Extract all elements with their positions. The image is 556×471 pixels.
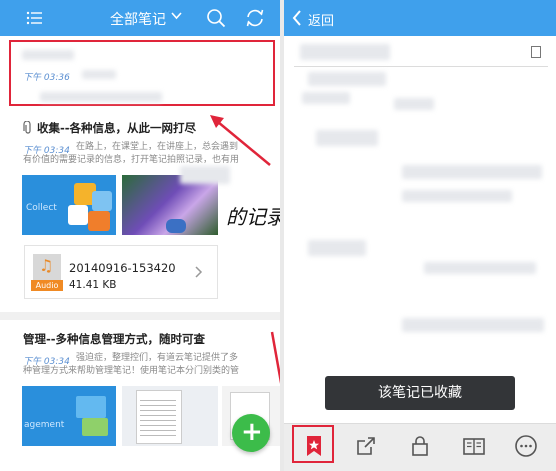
- note-content-blurred: [316, 130, 378, 146]
- handwriting-text: 的记录: [226, 205, 280, 229]
- collect-thumbnail[interactable]: Collect: [22, 175, 116, 235]
- note-content-blurred: [308, 72, 386, 86]
- chevron-down-icon[interactable]: [171, 12, 182, 20]
- chevron-right-icon: [195, 266, 203, 278]
- note-content-blurred: [402, 318, 544, 332]
- note-content-blurred: [308, 240, 366, 256]
- lock-icon[interactable]: [408, 434, 432, 458]
- note-snippet-line: 有价值的需要记录的信息，打开笔记拍照记录，也有用: [23, 155, 240, 165]
- app-tile: [92, 191, 112, 211]
- menu-rows: [140, 396, 176, 436]
- favorite-button-highlight: [292, 425, 334, 463]
- management-thumbnail[interactable]: agement: [22, 386, 116, 446]
- menu-screenshot-thumbnail[interactable]: [122, 386, 218, 446]
- thumbnail-caption: Collect: [26, 203, 57, 213]
- note-content-blurred: [394, 98, 434, 110]
- thumbnail-blurred: [180, 166, 230, 184]
- note-snippet-line: 在路上，在课堂上，在讲座上，总会遇到: [76, 142, 239, 152]
- more-icon[interactable]: [514, 434, 538, 458]
- audio-badge: Audio: [31, 280, 63, 291]
- note-separator: [0, 312, 280, 320]
- note-content-blurred: [402, 190, 512, 202]
- handwriting-thumbnail[interactable]: 的记录: [222, 175, 280, 235]
- attachment-size: 41.41 KB: [69, 279, 117, 291]
- book-icon[interactable]: [462, 434, 486, 458]
- annotation-arrow: [270, 331, 280, 384]
- app-tile: [76, 396, 106, 418]
- note-title[interactable]: 收集--各种信息，从此一网打尽: [37, 120, 196, 136]
- thumbnail-caption: agement: [24, 420, 65, 430]
- photo-overlay: [166, 219, 186, 233]
- note-detail-header: 返回: [284, 0, 556, 36]
- note-snippet-blurred: [40, 92, 162, 102]
- note-title[interactable]: 管理--多种信息管理方式，随时可查: [23, 331, 205, 347]
- app-tile: [82, 418, 108, 436]
- note-list-screen: 全部笔记 下午 03:36 收集--各种信息，从此一网打尽 下午 03:34 在…: [0, 0, 280, 471]
- share-icon[interactable]: [354, 434, 378, 458]
- notebook-selector[interactable]: 全部笔记: [110, 9, 166, 29]
- app-tile: [68, 205, 88, 225]
- back-chevron-icon[interactable]: [292, 10, 302, 26]
- note-list-header: 全部笔记: [0, 0, 280, 36]
- paperclip-icon: [23, 121, 31, 134]
- audio-attachment[interactable]: ♫ Audio 20140916-153420 41.41 KB: [24, 245, 218, 299]
- note-title-blurred: [300, 44, 390, 60]
- title-underline: [294, 66, 548, 67]
- favorited-toast: 该笔记已收藏: [325, 376, 515, 410]
- note-snippet-line: 强迫症，整理控们，有道云笔记提供了多: [76, 353, 239, 363]
- note-info-icon[interactable]: [531, 46, 541, 58]
- music-note-icon: ♫: [39, 256, 54, 275]
- attachment-filename: 20140916-153420: [69, 261, 176, 275]
- menu-icon[interactable]: [26, 10, 42, 26]
- search-icon[interactable]: [206, 8, 226, 28]
- note-snippet-line: 种管理方式来帮助管理笔记！使用笔记本分门别类的管: [23, 366, 240, 376]
- note-content-blurred: [302, 92, 350, 104]
- note-content-blurred: [424, 262, 536, 274]
- sync-icon[interactable]: [244, 8, 266, 28]
- audio-file-icon: ♫ Audio: [31, 254, 63, 292]
- new-note-button[interactable]: +: [232, 414, 270, 452]
- plus-icon: +: [241, 417, 263, 447]
- flower-photo-thumbnail[interactable]: [122, 175, 218, 235]
- note-detail-screen: 返回 该笔记已收藏: [284, 0, 556, 471]
- note-content-blurred: [402, 165, 542, 179]
- back-button[interactable]: 返回: [308, 10, 334, 29]
- app-tile: [88, 211, 110, 231]
